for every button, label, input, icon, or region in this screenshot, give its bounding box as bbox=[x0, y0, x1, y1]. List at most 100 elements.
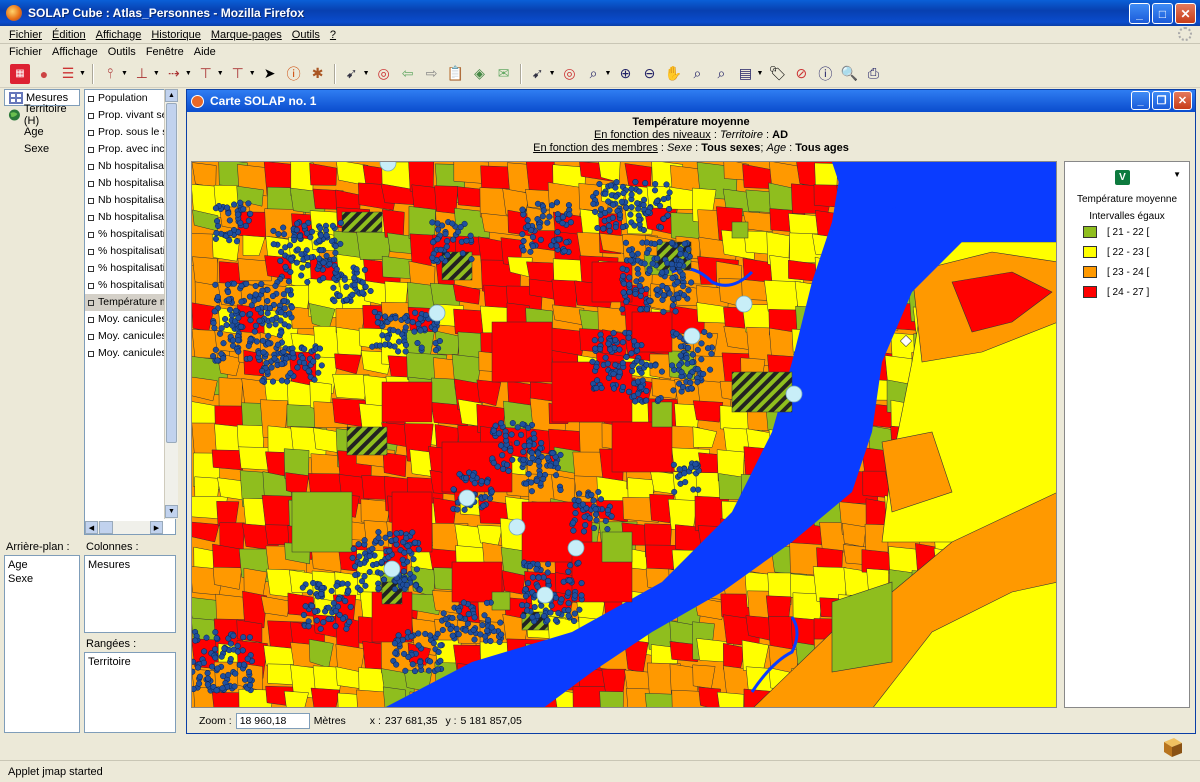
menu-historique[interactable]: Historique bbox=[146, 29, 206, 41]
map-target-icon[interactable]: ◎ bbox=[560, 64, 580, 84]
measure-item[interactable]: Prop. sous le se bbox=[85, 124, 175, 141]
select-tool-icon[interactable]: ➹ bbox=[342, 64, 362, 84]
choropleth-map[interactable] bbox=[192, 162, 1057, 708]
zoom-select-icon[interactable]: ⌕ bbox=[584, 64, 604, 84]
scroll-right-icon[interactable]: ▶ bbox=[150, 521, 163, 534]
menu-edition[interactable]: Édition bbox=[47, 29, 91, 41]
levels-link[interactable]: En fonction des niveaux bbox=[594, 129, 711, 141]
app-menu-fenetre[interactable]: Fenêtre bbox=[141, 46, 189, 58]
zoom-input[interactable]: 18 960,18 bbox=[235, 713, 310, 729]
pivot-icon[interactable]: ⊤ bbox=[228, 64, 248, 84]
population-dot bbox=[226, 217, 233, 224]
drill-up-icon[interactable]: ⊥ bbox=[132, 64, 152, 84]
population-dot bbox=[524, 217, 531, 224]
population-dot bbox=[245, 217, 252, 224]
menu-fichier[interactable]: Fichier bbox=[4, 29, 47, 41]
map-canvas[interactable] bbox=[191, 161, 1057, 708]
scroll-left-icon[interactable]: ◀ bbox=[85, 521, 98, 534]
pointer-icon[interactable]: ➤ bbox=[260, 64, 280, 84]
globe-map-icon[interactable]: ● bbox=[34, 64, 54, 84]
legend-visibility-badge[interactable]: V bbox=[1115, 170, 1130, 185]
no-label-icon[interactable]: ⊘ bbox=[791, 64, 811, 84]
measure-item[interactable]: Prop. vivant seu bbox=[85, 107, 175, 124]
pan-hand-icon[interactable]: ✋ bbox=[663, 64, 683, 84]
table-view-icon[interactable]: ▦ bbox=[10, 63, 30, 84]
columns-list[interactable]: Mesures bbox=[84, 555, 176, 633]
measure-item[interactable]: % hospitalisatic bbox=[85, 243, 175, 260]
drill-down-icon[interactable]: ⫯ bbox=[100, 64, 120, 84]
measure-icon[interactable]: ▤ bbox=[735, 64, 755, 84]
measures-horizontal-scrollbar[interactable]: ◀ ▶ bbox=[85, 521, 163, 534]
print-icon[interactable]: ⎙ bbox=[863, 64, 883, 84]
dimension-item-sexe[interactable]: Sexe bbox=[4, 140, 80, 157]
hscroll-thumb[interactable] bbox=[99, 521, 113, 534]
app-menu-affichage[interactable]: Affichage bbox=[47, 46, 103, 58]
measure-item[interactable]: % hospitalisatio bbox=[85, 226, 175, 243]
measure-item[interactable]: Prop. avec inca bbox=[85, 141, 175, 158]
minimize-button[interactable]: _ bbox=[1129, 3, 1150, 24]
list-item[interactable]: Mesures bbox=[88, 558, 172, 572]
menu-affichage[interactable]: Affichage bbox=[91, 29, 147, 41]
measure-item[interactable]: % hospitalisatic bbox=[85, 260, 175, 277]
menu-help[interactable]: ? bbox=[325, 29, 341, 41]
close-button[interactable]: ✕ bbox=[1175, 3, 1196, 24]
browser-statusbar: Applet jmap started bbox=[0, 760, 1200, 782]
population-dot bbox=[566, 577, 573, 584]
map-maximize-button[interactable]: ❐ bbox=[1152, 91, 1171, 110]
measure-item[interactable]: Nb hospitalisatic bbox=[85, 175, 175, 192]
population-dot bbox=[313, 617, 320, 624]
layers-icon[interactable]: ◈ bbox=[470, 64, 490, 84]
scroll-up-icon[interactable]: ▲ bbox=[165, 89, 178, 102]
roll-up-icon[interactable]: ⊤ bbox=[196, 64, 216, 84]
members-link[interactable]: En fonction des membres bbox=[533, 142, 658, 154]
rows-list[interactable]: Territoire bbox=[84, 652, 176, 733]
app-menu-aide[interactable]: Aide bbox=[189, 46, 221, 58]
measure-checkbox-icon bbox=[88, 95, 94, 102]
label-icon[interactable]: 🏷 bbox=[767, 64, 787, 84]
settings-icon[interactable]: ✱ bbox=[308, 64, 328, 84]
email-icon[interactable]: ✉ bbox=[494, 64, 514, 84]
measure-item[interactable]: Nb hospitalisatic bbox=[85, 209, 175, 226]
list-item[interactable]: Territoire bbox=[88, 655, 172, 669]
measure-item[interactable]: Température mo bbox=[85, 294, 175, 311]
map-select-icon[interactable]: ➹ bbox=[528, 64, 548, 84]
drill-across-icon[interactable]: ⇢ bbox=[164, 64, 184, 84]
legend-dropdown-icon[interactable]: ▼ bbox=[1173, 170, 1181, 179]
forward-arrow-icon[interactable]: ⇨ bbox=[422, 64, 442, 84]
info-icon[interactable]: ⓘ bbox=[284, 64, 304, 84]
bar-chart-icon[interactable]: ☰ bbox=[58, 64, 78, 84]
target-icon[interactable]: ◎ bbox=[374, 64, 394, 84]
menu-outils[interactable]: Outils bbox=[287, 29, 325, 41]
search-icon[interactable]: 🔍 bbox=[839, 64, 859, 84]
list-item[interactable]: Sexe bbox=[8, 572, 76, 586]
scroll-down-icon[interactable]: ▼ bbox=[165, 505, 178, 518]
population-dot bbox=[293, 226, 300, 233]
measure-item[interactable]: Nb hospitalisatio bbox=[85, 158, 175, 175]
map-info-icon[interactable]: ⓘ bbox=[815, 64, 835, 84]
app-menu-outils[interactable]: Outils bbox=[103, 46, 141, 58]
list-item[interactable]: Age bbox=[8, 558, 76, 572]
background-list[interactable]: Age Sexe bbox=[4, 555, 80, 733]
zoom-out-icon[interactable]: ⊖ bbox=[639, 64, 659, 84]
measure-item[interactable]: Population bbox=[85, 90, 175, 107]
population-dot bbox=[310, 358, 317, 365]
zoom-previous-icon[interactable]: ⌕ bbox=[687, 64, 707, 84]
zoom-next-icon[interactable]: ⌕ bbox=[711, 64, 731, 84]
measure-item[interactable]: Moy. canicules 2 bbox=[85, 328, 175, 345]
map-close-button[interactable]: ✕ bbox=[1173, 91, 1192, 110]
back-arrow-icon[interactable]: ⇦ bbox=[398, 64, 418, 84]
measure-item[interactable]: Nb hospitalisatic bbox=[85, 192, 175, 209]
map-minimize-button[interactable]: _ bbox=[1131, 91, 1150, 110]
measures-vertical-scrollbar[interactable]: ▲ ▼ bbox=[164, 89, 178, 519]
app-menu-fichier[interactable]: Fichier bbox=[4, 46, 47, 58]
clipboard-icon[interactable]: 📋 bbox=[446, 64, 466, 84]
population-dot bbox=[528, 449, 535, 456]
scroll-thumb[interactable] bbox=[166, 103, 177, 443]
zoom-in-icon[interactable]: ⊕ bbox=[615, 64, 635, 84]
measure-item[interactable]: Moy. canicules bbox=[85, 311, 175, 328]
maximize-button[interactable]: □ bbox=[1152, 3, 1173, 24]
dimension-item-territoire[interactable]: Territoire (H) bbox=[4, 103, 80, 127]
measure-item[interactable]: % hospitalisatic bbox=[85, 277, 175, 294]
menu-marque-pages[interactable]: Marque-pages bbox=[206, 29, 287, 41]
measure-item[interactable]: Moy. canicules 3 bbox=[85, 345, 175, 362]
